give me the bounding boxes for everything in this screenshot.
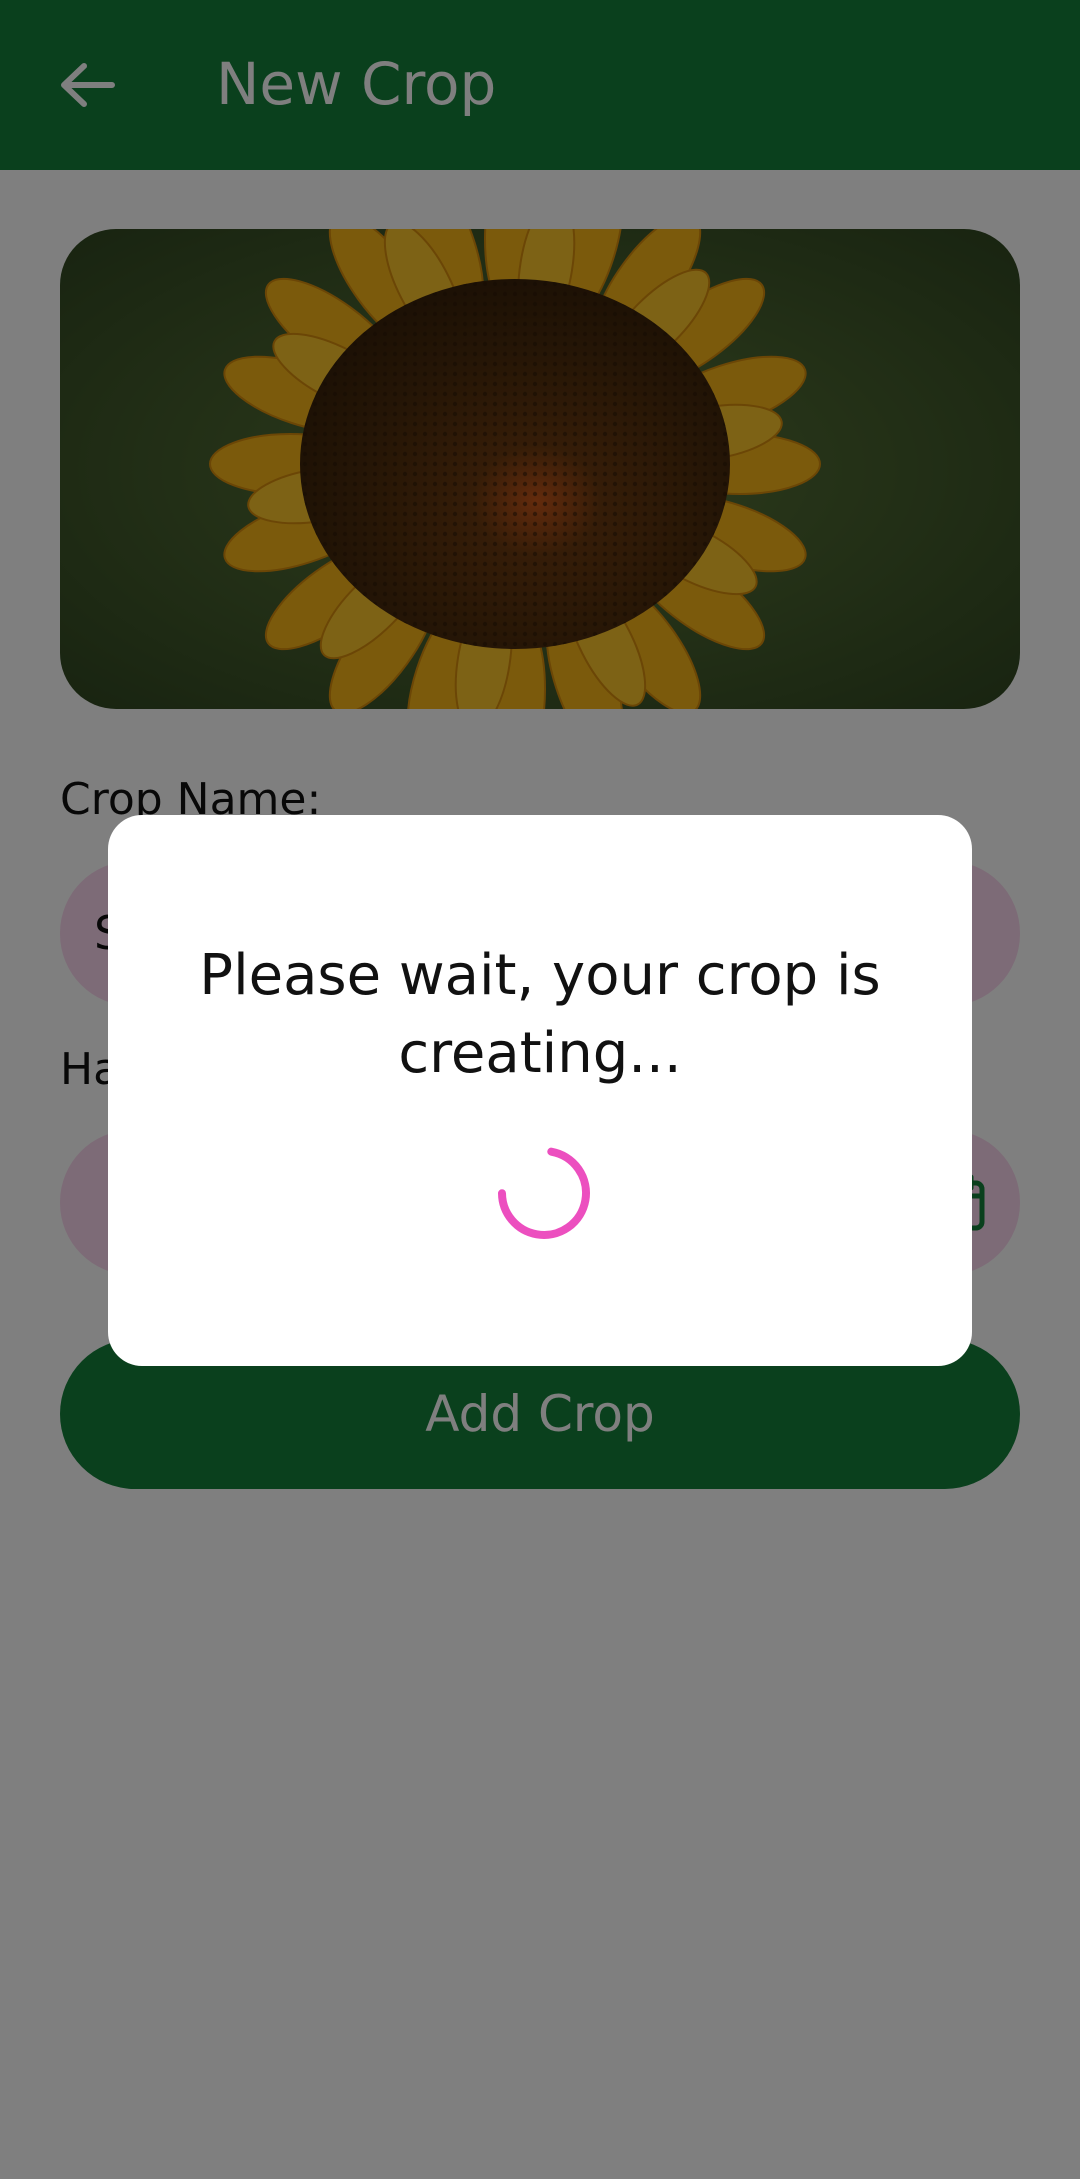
- progress-dialog: Please wait, your crop is creating...: [108, 815, 972, 1366]
- loading-spinner-icon: [498, 1147, 590, 1239]
- dialog-message: Please wait, your crop is creating...: [199, 943, 881, 1086]
